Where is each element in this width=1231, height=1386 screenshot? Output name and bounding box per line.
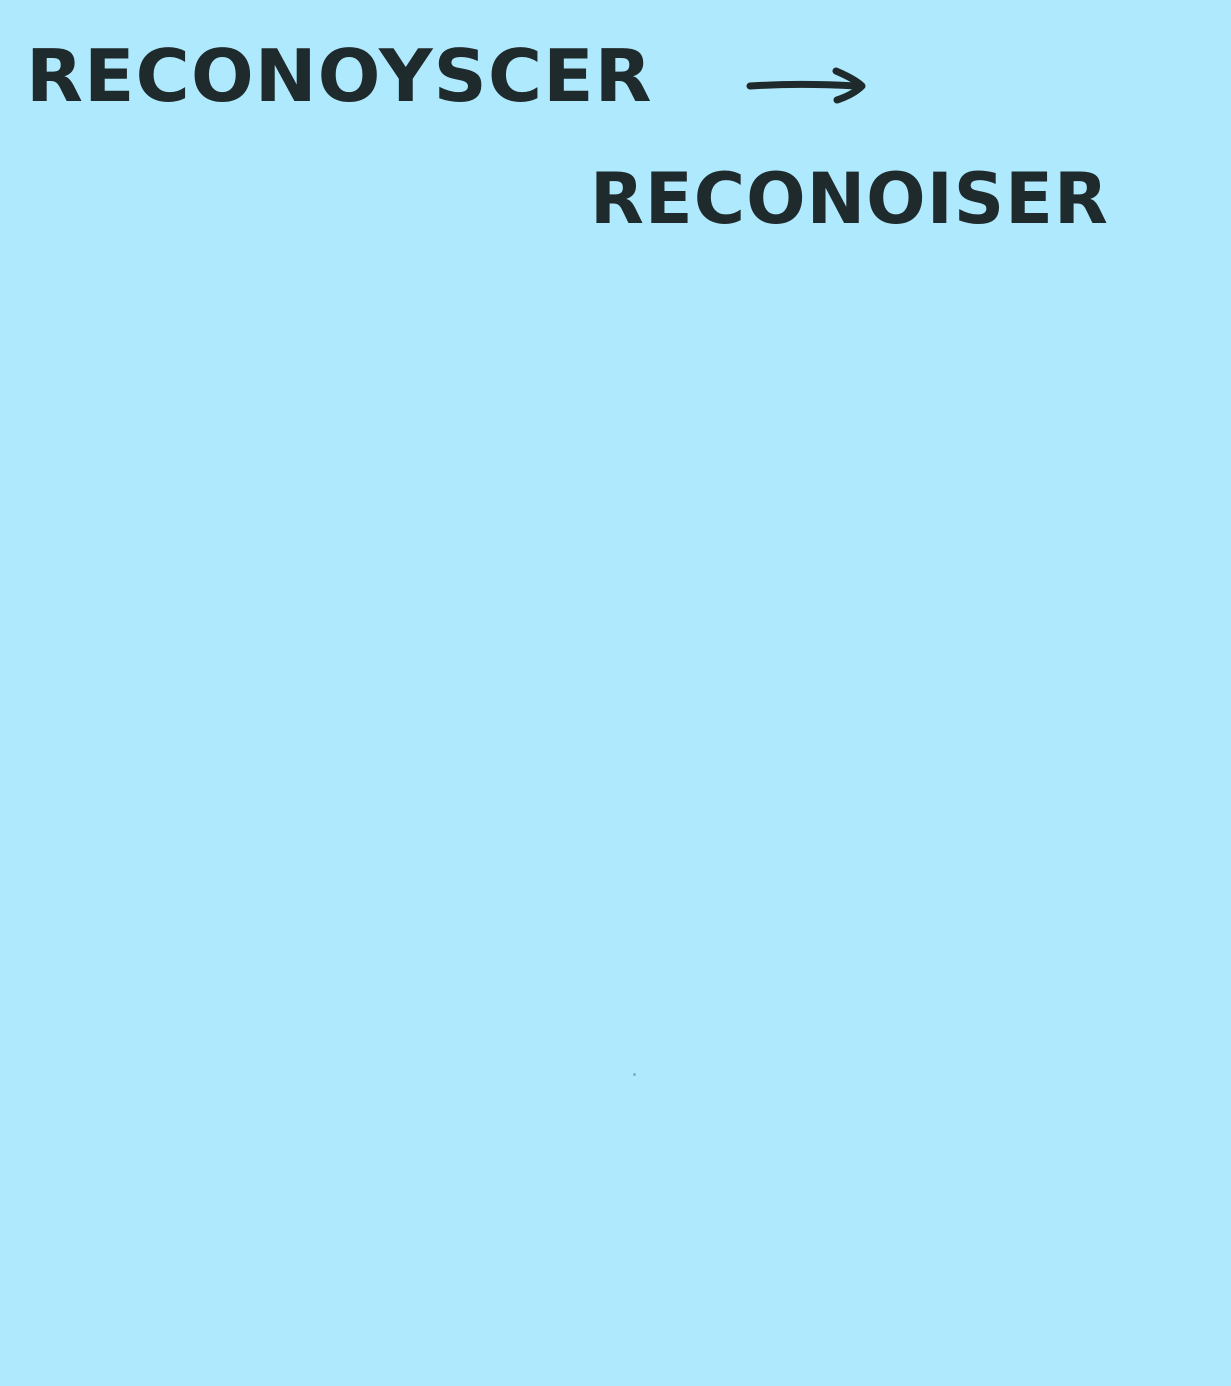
- sticky-note: RECONOYSCER RECONOISER: [0, 0, 1231, 1386]
- original-spelling: RECONOYSCER: [26, 34, 653, 119]
- paper-speck: [633, 1073, 636, 1076]
- arrow-right-icon: [746, 67, 866, 104]
- modern-spelling: RECONOISER: [590, 158, 1109, 240]
